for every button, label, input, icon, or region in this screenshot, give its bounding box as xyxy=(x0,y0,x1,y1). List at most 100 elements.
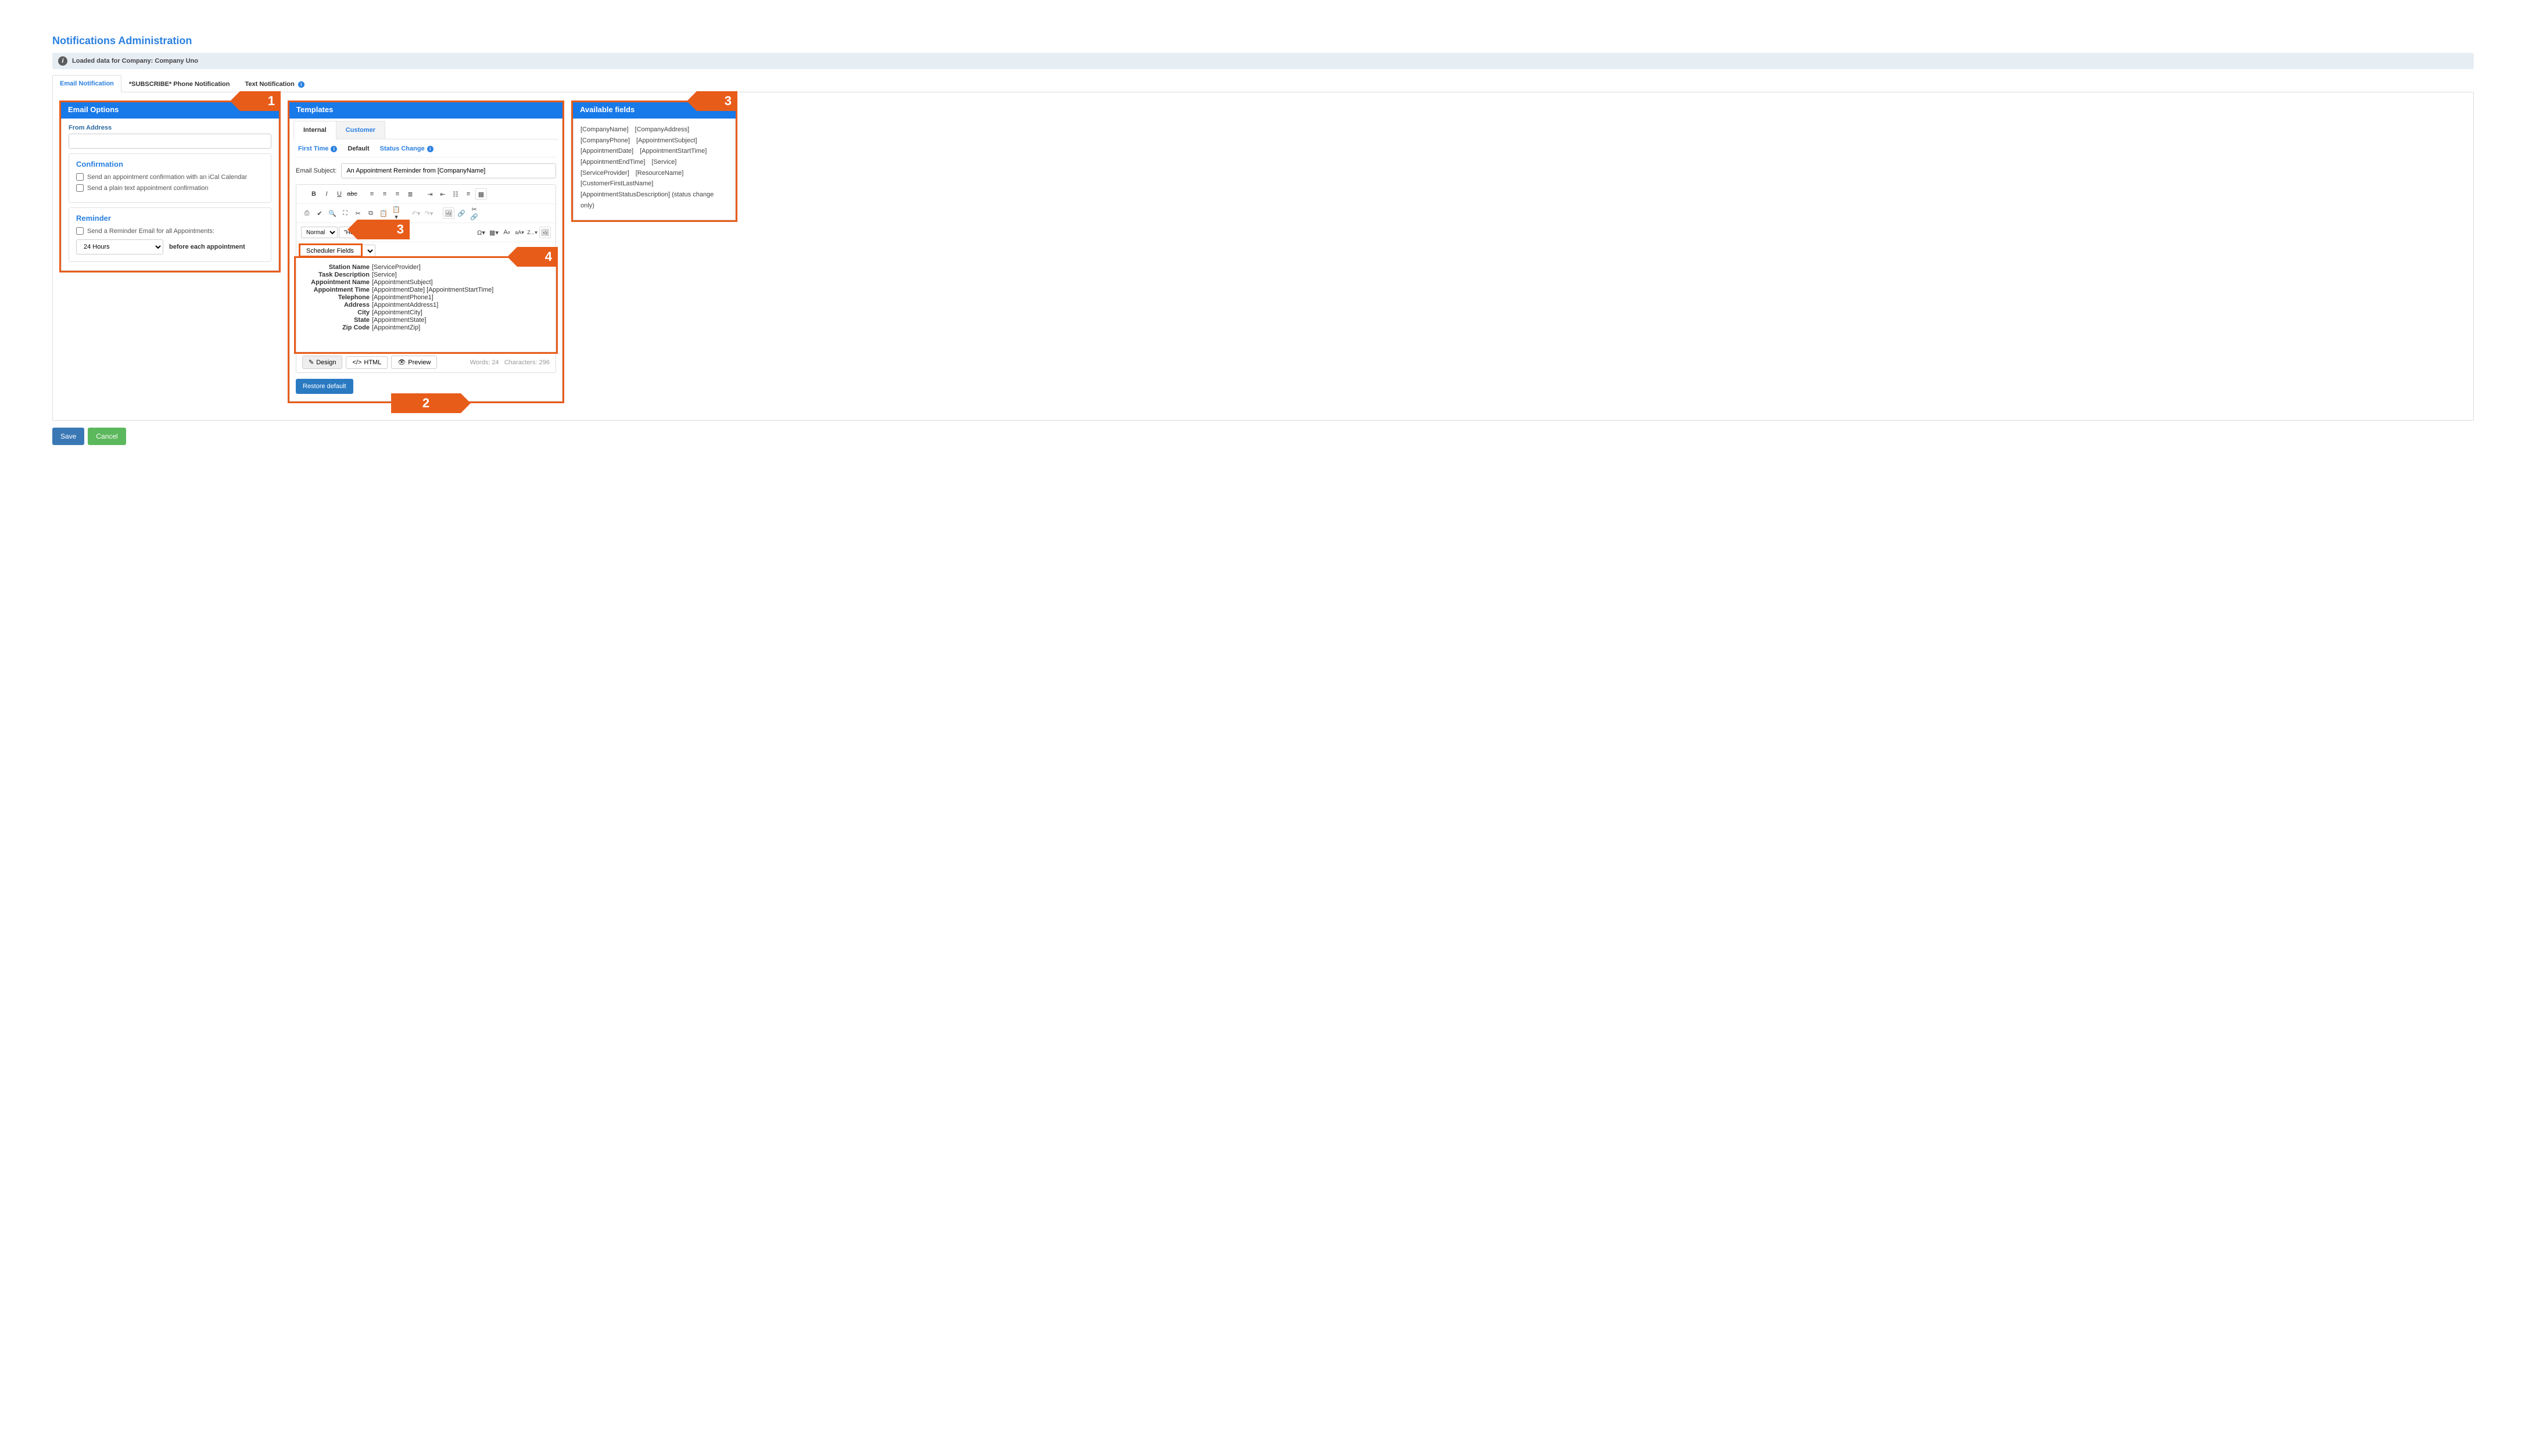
reminder-opt-checkbox[interactable] xyxy=(76,227,84,235)
find-button[interactable]: 🔍 xyxy=(327,207,338,219)
link-button[interactable]: 🔗 xyxy=(456,207,467,219)
align-justify-button[interactable]: ≣ xyxy=(404,188,416,200)
redo-button[interactable]: ↷▾ xyxy=(423,207,435,219)
template-target-tabs: Internal Customer xyxy=(293,121,558,139)
info-icon: i xyxy=(58,56,67,66)
html-mode-button[interactable]: </> HTML xyxy=(346,356,388,369)
save-button[interactable]: Save xyxy=(52,428,84,445)
copy-button[interactable]: ⧉ xyxy=(365,207,377,219)
template-field-key: Task Description xyxy=(302,271,370,278)
panel-available-fields: 3 Available fields [CompanyName] [Compan… xyxy=(573,101,736,220)
template-field-line: State[AppointmentState] xyxy=(302,317,550,324)
reminder-opt-label: Send a Reminder Email for all Appointmen… xyxy=(87,228,214,235)
confirmation-opt-plain-checkbox[interactable] xyxy=(76,184,84,192)
spellcheck-button[interactable]: ✔ xyxy=(314,207,325,219)
callout-3b: 3 xyxy=(697,91,737,111)
module-manager-button[interactable]: ▦ xyxy=(475,188,487,200)
from-address-input[interactable] xyxy=(69,134,271,149)
subtab-internal[interactable]: Internal xyxy=(293,121,336,139)
template-field-value: [AppointmentDate] [AppointmentStartTime] xyxy=(372,286,493,293)
subtab2-first-time-label: First Time xyxy=(298,145,328,152)
scheduler-fields-select[interactable]: Scheduler Fields xyxy=(300,245,375,257)
panel-email-options: 1 Email Options From Address Confirmatio… xyxy=(61,101,279,271)
unordered-list-button[interactable]: ≡ xyxy=(463,188,474,200)
bold-button[interactable]: B xyxy=(308,188,320,200)
confirmation-opt-ical-checkbox[interactable] xyxy=(76,173,84,181)
subtab2-status-change[interactable]: Status Change i xyxy=(380,145,433,152)
template-field-value: [AppointmentSubject] xyxy=(372,279,433,286)
print-button[interactable]: ⎙ xyxy=(301,207,313,219)
subtab2-first-time[interactable]: First Time i xyxy=(298,145,337,152)
undo-button[interactable]: ↶▾ xyxy=(410,207,422,219)
restore-default-button[interactable]: Restore default xyxy=(296,379,353,394)
confirmation-opt-plain[interactable]: Send a plain text appointment confirmati… xyxy=(76,184,264,192)
fullscreen-button[interactable]: ⛶ xyxy=(339,207,351,219)
email-subject-label: Email Subject: xyxy=(296,167,336,174)
reminder-opt[interactable]: Send a Reminder Email for all Appointmen… xyxy=(76,227,264,235)
section-confirmation: Confirmation Send an appointment confirm… xyxy=(69,153,271,203)
reminder-suffix: before each appointment xyxy=(169,243,245,250)
panel-header-templates: Templates xyxy=(289,101,562,119)
indent-button[interactable]: ⇥ xyxy=(424,188,436,200)
symbol-button[interactable]: Ω▾ xyxy=(475,227,487,238)
template-field-key: Station Name xyxy=(302,264,370,271)
align-right-button[interactable]: ≡ xyxy=(392,188,403,200)
rich-text-editor: B I U abc ≡ ≡ ≡ ≣ ⇥ ⇤ ☷ ≡ ▦ xyxy=(296,184,556,373)
info-icon[interactable]: i xyxy=(298,81,304,88)
outdent-button[interactable]: ⇤ xyxy=(437,188,449,200)
info-text: Loaded data for Company: Company Uno xyxy=(72,58,198,64)
paste-special-button[interactable]: 📋▾ xyxy=(390,207,402,219)
subtab-customer[interactable]: Customer xyxy=(336,121,385,139)
reminder-time-select[interactable]: 24 Hours xyxy=(76,239,163,254)
reminder-title: Reminder xyxy=(76,214,264,223)
template-field-line: Address[AppointmentAddress1] xyxy=(302,302,550,309)
underline-button[interactable]: U xyxy=(334,188,345,200)
panel-templates: 2 Templates Internal Customer First Time… xyxy=(289,101,562,401)
template-field-line: Appointment Name[AppointmentSubject] xyxy=(302,279,550,286)
subtab2-default[interactable]: Default xyxy=(347,145,369,152)
format-select[interactable]: Normal xyxy=(301,227,338,238)
info-icon[interactable]: i xyxy=(331,146,337,152)
strikethrough-button[interactable]: abc xyxy=(346,188,358,200)
confirmation-opt-ical-label: Send an appointment confirmation with an… xyxy=(87,174,247,181)
template-field-key: Zip Code xyxy=(302,324,370,331)
align-center-button[interactable]: ≡ xyxy=(379,188,390,200)
template-field-key: Appointment Time xyxy=(302,286,370,293)
callout-2: 2 xyxy=(391,393,461,413)
align-left-button[interactable]: ≡ xyxy=(366,188,378,200)
tab-phone-notification[interactable]: *SUBSCRIBE* Phone Notification xyxy=(121,76,238,92)
backcolor-button[interactable]: aA▾ xyxy=(514,227,525,238)
callout-4: 4 xyxy=(517,247,558,267)
insert-image-button[interactable]: 🖼 xyxy=(539,227,551,238)
template-field-value: [AppointmentCity] xyxy=(372,309,422,316)
available-fields-body: [CompanyName] [CompanyAddress] [CompanyP… xyxy=(573,119,736,220)
template-field-key: Telephone xyxy=(302,294,370,301)
template-field-key: Appointment Name xyxy=(302,279,370,286)
ordered-list-button[interactable]: ☷ xyxy=(450,188,461,200)
design-mode-button[interactable]: ✎ Design xyxy=(302,356,342,369)
editor-body[interactable]: 4 Station Name[ServiceProvider]Task Desc… xyxy=(296,259,556,352)
tab-email-notification[interactable]: Email Notification xyxy=(52,75,121,92)
preview-mode-button[interactable]: 👁 Preview xyxy=(391,356,437,369)
template-field-line: Appointment Time[AppointmentDate] [Appoi… xyxy=(302,286,550,293)
confirmation-title: Confirmation xyxy=(76,160,264,168)
table-button[interactable]: ▦▾ xyxy=(488,227,500,238)
cut-button[interactable]: ✂ xyxy=(352,207,364,219)
page-title: Notifications Administration xyxy=(52,35,2474,47)
zoom-button[interactable]: Z...▾ xyxy=(526,227,538,238)
confirmation-opt-ical[interactable]: Send an appointment confirmation with an… xyxy=(76,173,264,181)
info-icon[interactable]: i xyxy=(427,146,433,152)
tab-text-notification[interactable]: Text Notification i xyxy=(237,76,311,92)
italic-button[interactable]: I xyxy=(321,188,332,200)
template-field-value: [AppointmentAddress1] xyxy=(372,302,438,309)
cancel-button[interactable]: Cancel xyxy=(88,428,126,445)
word-count: Words: 24 xyxy=(470,359,499,366)
paste-button[interactable]: 📋 xyxy=(378,207,389,219)
template-type-tabs: First Time i Default Status Change i xyxy=(296,139,556,157)
email-subject-input[interactable] xyxy=(341,163,556,178)
confirmation-opt-plain-label: Send a plain text appointment confirmati… xyxy=(87,185,209,192)
image-button[interactable]: 🖼 xyxy=(443,207,454,219)
forecolor-button[interactable]: Aa xyxy=(501,227,513,238)
unlink-button[interactable]: ✂🔗 xyxy=(468,207,480,219)
section-reminder: Reminder Send a Reminder Email for all A… xyxy=(69,207,271,262)
